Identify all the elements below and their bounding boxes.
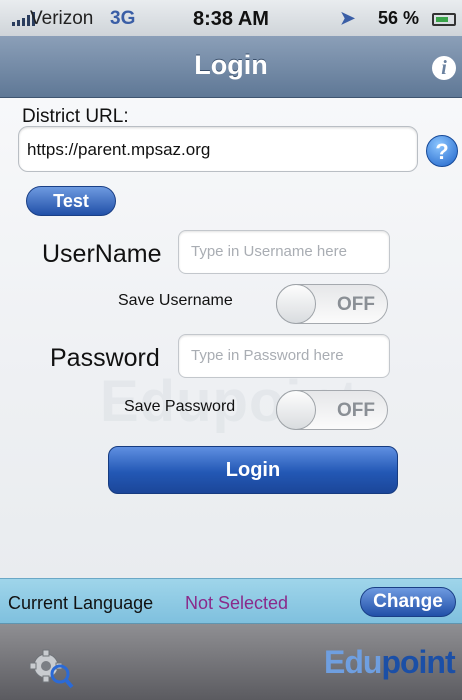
save-password-label: Save Password — [124, 398, 236, 415]
username-input[interactable]: Type in Username here — [178, 230, 390, 274]
district-url-field[interactable]: https://parent.mpsaz.org — [18, 126, 418, 172]
bottom-toolbar: Edupoint — [0, 624, 462, 700]
test-button[interactable]: Test — [26, 186, 116, 216]
toggle-state: OFF — [337, 400, 375, 421]
toggle-knob — [276, 390, 316, 430]
district-url-label: District URL: — [22, 106, 129, 127]
save-username-label: Save Username — [118, 292, 233, 309]
password-input[interactable]: Type in Password here — [178, 334, 390, 378]
status-bar: Verizon 3G 8:38 AM ➤ 56 % — [0, 0, 462, 36]
battery-icon — [432, 13, 456, 26]
change-language-button[interactable]: Change — [360, 587, 456, 617]
settings-gear-icon[interactable] — [26, 642, 74, 690]
language-label: Current Language — [8, 593, 154, 613]
password-label: Password — [50, 344, 160, 372]
username-label: UserName — [42, 240, 162, 268]
login-button[interactable]: Login — [108, 446, 398, 494]
edupoint-logo: Edupoint — [324, 644, 456, 680]
login-form: Edupoint District URL: https://parent.mp… — [0, 98, 462, 578]
save-password-toggle[interactable]: OFF — [276, 390, 388, 430]
page-title: Login — [194, 50, 268, 80]
language-value: Not Selected — [185, 593, 289, 613]
help-icon[interactable]: ? — [426, 135, 458, 167]
toggle-knob — [276, 284, 316, 324]
battery-percent: 56 % — [378, 8, 420, 28]
toggle-state: OFF — [337, 294, 375, 315]
save-username-toggle[interactable]: OFF — [276, 284, 388, 324]
location-icon: ➤ — [340, 8, 356, 28]
info-icon[interactable]: i — [432, 56, 456, 80]
language-bar: Current Language Not Selected Change — [0, 578, 462, 624]
nav-bar: Login i — [0, 36, 462, 98]
